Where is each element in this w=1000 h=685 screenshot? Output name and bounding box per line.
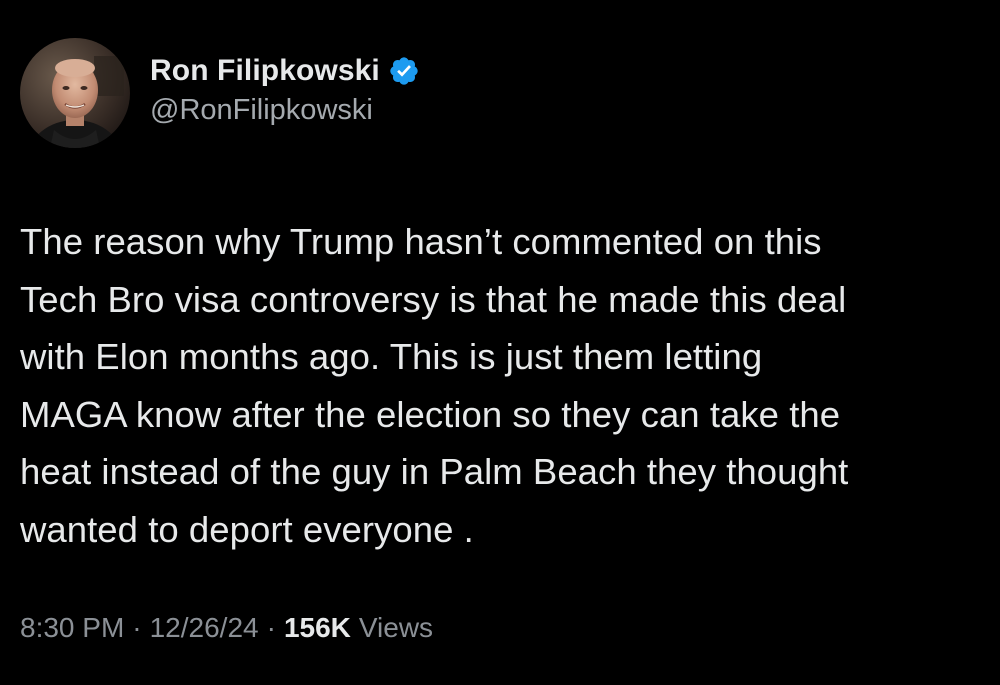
views-label: Views [358,612,434,643]
tweet-header: Ron Filipkowski @RonFilipkowski [20,38,420,148]
tweet-text-line: with Elon months ago. This is just them … [20,336,763,377]
tweet-text-line: Tech Bro visa controversy is that he mad… [20,278,847,320]
tweet-date[interactable]: 12/26/24 [150,612,259,644]
tweet-meta: 8:30 PM · 12/26/24 · 156K Views [20,612,433,644]
user-handle[interactable]: @RonFilipkowski [150,94,420,127]
avatar[interactable] [20,38,130,148]
tweet-text-line: heat instead of the guy in Palm Beach th… [20,451,849,492]
tweet-text: The reason why Trump hasn’t commented on… [20,213,985,558]
meta-separator: · [266,612,276,643]
name-row: Ron Filipkowski [150,54,420,88]
tweet-text-line: MAGA know after the election so they can… [20,393,841,435]
display-name[interactable]: Ron Filipkowski [150,54,380,88]
user-names: Ron Filipkowski @RonFilipkowski [150,54,420,127]
views-count: 156K [283,612,351,643]
tweet-time[interactable]: 8:30 PM [20,612,124,644]
verified-badge-icon[interactable] [388,55,420,87]
avatar-image [20,38,130,148]
tweet-text-line: wanted to deport everyone . [20,508,474,550]
tweet: Ron Filipkowski @RonFilipkowski The reas… [0,0,1000,685]
meta-separator: · [132,612,142,643]
tweet-text-line: The reason why Trump hasn’t commented on… [20,221,822,262]
